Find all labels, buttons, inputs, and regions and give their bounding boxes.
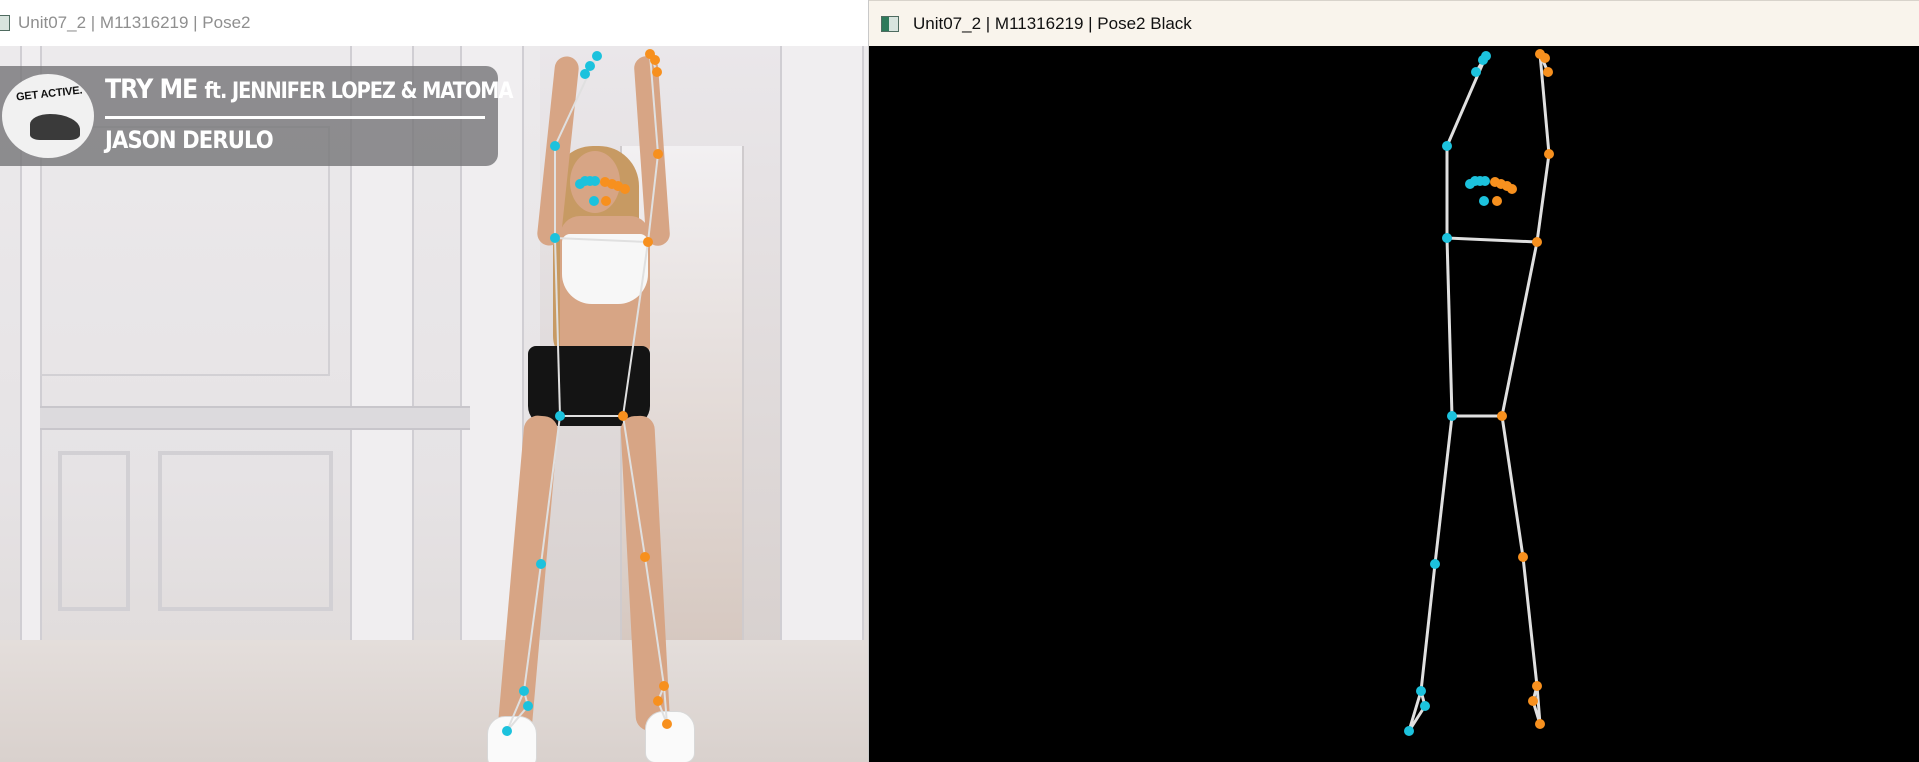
pose-keypoint [592, 51, 602, 61]
app-window-icon [0, 15, 10, 31]
pose-keypoint [1480, 176, 1490, 186]
skeleton-bone [622, 415, 646, 558]
skeleton-bone [1446, 236, 1538, 244]
pose-keypoint [536, 559, 546, 569]
pose-keypoint [1532, 237, 1542, 247]
pose-keypoint [550, 233, 560, 243]
skeleton-bone [506, 690, 525, 732]
skeleton-bone [523, 563, 542, 692]
app-window-icon [881, 16, 899, 32]
title-bar[interactable]: Unit07_2 | M11316219 | Pose2 Black [869, 0, 1919, 47]
skeleton-bone [1407, 690, 1423, 732]
pose-keypoint [1442, 233, 1452, 243]
title-bar[interactable]: Unit07_2 | M11316219 | Pose2 [0, 0, 868, 46]
pose-keypoint [1471, 67, 1481, 77]
pose-keypoint [643, 237, 653, 247]
pose-black-window[interactable]: Unit07_2 | M11316219 | Pose2 Black [868, 0, 1919, 762]
pose-keypoint [1479, 196, 1489, 206]
skeleton-bone [1445, 237, 1454, 417]
pose-keypoint [1404, 726, 1414, 736]
skeleton-bone [1500, 415, 1525, 558]
pose-keypoint [640, 552, 650, 562]
pose-keypoint [590, 176, 600, 186]
pose-keypoint [1540, 53, 1550, 63]
skeleton-bone [1433, 415, 1454, 565]
skeleton-bone [644, 556, 665, 687]
window-title: Unit07_2 | M11316219 | Pose2 [18, 13, 251, 32]
pose-keypoint [580, 69, 590, 79]
pose-keypoint [1497, 411, 1507, 421]
black-canvas [869, 46, 1919, 762]
pose-keypoint [550, 141, 560, 151]
pose-keypoint [1430, 559, 1440, 569]
skeleton-bone [1419, 563, 1437, 692]
pose-keypoint [589, 196, 599, 206]
skeleton-bone [554, 237, 561, 417]
skeleton-bone [554, 237, 649, 243]
pose-keypoint [662, 719, 672, 729]
pose-keypoint [555, 411, 565, 421]
pose-keypoint [523, 701, 533, 711]
pose-keypoint [502, 726, 512, 736]
pose-window[interactable]: Unit07_2 | M11316219 | Pose2 GET ACTIVE.… [0, 0, 868, 762]
pose-skeleton [1404, 49, 1554, 736]
video-frame: GET ACTIVE. TRY ME ft. JENNIFER LOPEZ & … [0, 46, 868, 762]
pose-keypoint [1544, 149, 1554, 159]
pose-keypoint [1492, 196, 1502, 206]
pose-keypoint [653, 149, 663, 159]
pose-keypoint [618, 411, 628, 421]
pose-keypoint [1478, 55, 1488, 65]
pose-keypoint [1416, 686, 1426, 696]
pose-keypoint [1543, 67, 1553, 77]
pose-keypoint [1507, 184, 1517, 194]
skeleton-bone [540, 415, 561, 565]
skeleton-bone [647, 153, 659, 243]
skeleton-bone [622, 241, 649, 417]
pose-skeleton-overlay [502, 49, 672, 736]
pose-keypoint [652, 67, 662, 77]
pose-keypoint [1528, 696, 1538, 706]
skeleton-bone [1500, 241, 1539, 417]
pose-keypoint [1532, 681, 1542, 691]
skeleton-bone [1521, 556, 1539, 687]
pose-keypoint [650, 55, 660, 65]
pose-keypoint [519, 686, 529, 696]
window-title: Unit07_2 | M11316219 | Pose2 Black [913, 14, 1192, 33]
pose-keypoint [1518, 552, 1528, 562]
pose-keypoint [1442, 141, 1452, 151]
pose-keypoint [1420, 701, 1430, 711]
pose-keypoint [620, 184, 630, 194]
pose-keypoint [1447, 411, 1457, 421]
pose-keypoint [659, 681, 669, 691]
pose-keypoint [601, 196, 611, 206]
pose-keypoint [1535, 719, 1545, 729]
skeleton-bone [1535, 153, 1551, 243]
pose-keypoint [653, 696, 663, 706]
